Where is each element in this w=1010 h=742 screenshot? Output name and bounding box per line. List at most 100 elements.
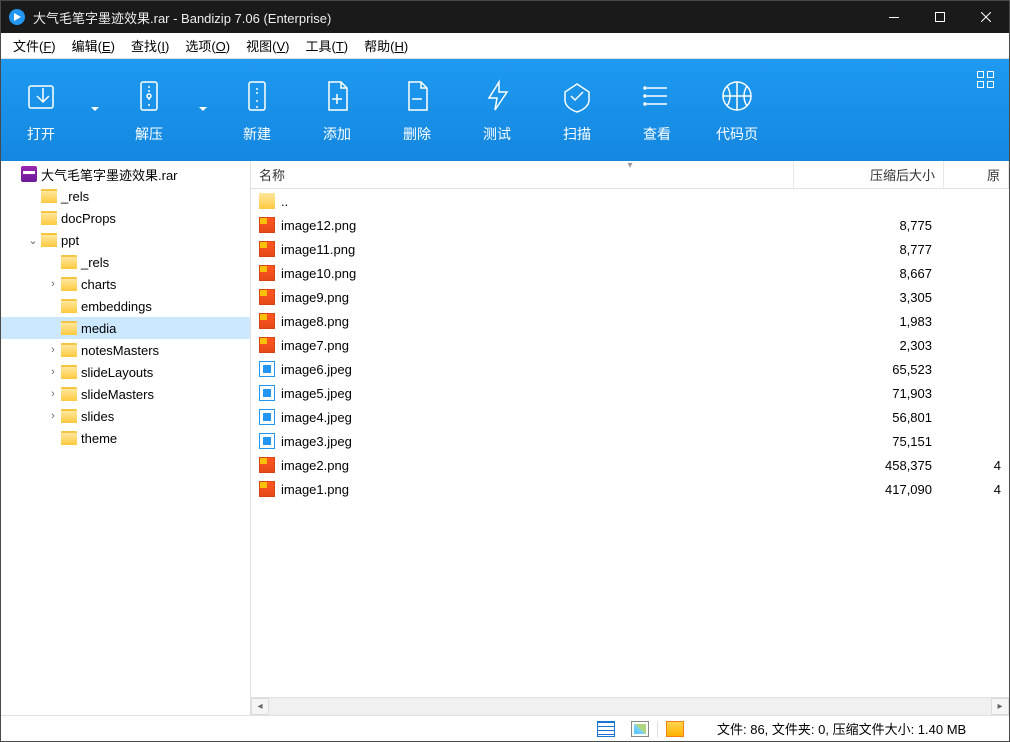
add-button[interactable]: 添加 xyxy=(297,59,377,161)
file-name: image5.jpeg xyxy=(281,386,352,401)
file-size: 56,801 xyxy=(794,410,944,425)
folder-icon xyxy=(41,233,57,247)
folder-icon xyxy=(61,299,77,313)
list-row[interactable]: image11.png8,777 xyxy=(251,237,1009,261)
view-list-icon[interactable] xyxy=(597,721,615,737)
open-dropdown[interactable] xyxy=(81,59,109,161)
list-header[interactable]: ▾ 名称 压缩后大小 原 xyxy=(251,161,1009,189)
menu-item[interactable]: 选项(O) xyxy=(177,33,238,58)
tree-node[interactable]: docProps xyxy=(1,207,250,229)
file-list-panel: ▾ 名称 压缩后大小 原 .. image12.png8,775image11.p… xyxy=(251,161,1009,715)
add-icon xyxy=(317,76,357,116)
open-icon xyxy=(21,76,61,116)
scroll-right-icon[interactable]: ▸ xyxy=(991,698,1009,715)
layout-grid-icon[interactable] xyxy=(977,71,995,89)
codepage-button[interactable]: 代码页 xyxy=(697,59,777,161)
expander-icon[interactable]: › xyxy=(45,344,61,356)
list-row[interactable]: image5.jpeg71,903 xyxy=(251,381,1009,405)
tree-node[interactable]: media xyxy=(1,317,250,339)
file-png-icon xyxy=(259,313,275,329)
menu-item[interactable]: 视图(V) xyxy=(238,33,297,58)
file-jpeg-icon xyxy=(259,385,275,401)
tree-node[interactable]: ⌄ ppt xyxy=(1,229,250,251)
folder-icon xyxy=(61,321,77,335)
scan-button[interactable]: 扫描 xyxy=(537,59,617,161)
list-row[interactable]: .. xyxy=(251,189,1009,213)
tree-label: slides xyxy=(81,409,114,424)
close-button[interactable] xyxy=(963,1,1009,33)
extract-button[interactable]: 解压 xyxy=(109,59,189,161)
scan-icon xyxy=(557,76,597,116)
col-name[interactable]: 名称 xyxy=(251,161,794,188)
list-row[interactable]: image12.png8,775 xyxy=(251,213,1009,237)
tree-node[interactable]: › slides xyxy=(1,405,250,427)
view-panel-icon[interactable] xyxy=(666,721,684,737)
splitter-handle[interactable]: ▾ xyxy=(627,161,632,171)
test-button[interactable]: 测试 xyxy=(457,59,537,161)
file-list[interactable]: ..image12.png8,775image11.png8,777image1… xyxy=(251,189,1009,697)
list-row[interactable]: image8.png1,983 xyxy=(251,309,1009,333)
expander-icon[interactable]: › xyxy=(45,366,61,378)
col-size[interactable]: 压缩后大小 xyxy=(794,161,944,188)
list-row[interactable]: image10.png8,667 xyxy=(251,261,1009,285)
list-row[interactable]: image2.png458,3754 xyxy=(251,453,1009,477)
tree-label: slideLayouts xyxy=(81,365,153,380)
file-name: image1.png xyxy=(281,482,349,497)
menu-item[interactable]: 查找(I) xyxy=(123,33,177,58)
tree-node[interactable]: ›slideMasters xyxy=(1,383,250,405)
tree-node[interactable]: 大气毛笔字墨迹效果.rar xyxy=(1,163,250,185)
menu-item[interactable]: 编辑(E) xyxy=(64,33,123,58)
tree-node[interactable]: theme xyxy=(1,427,250,449)
file-size: 1,983 xyxy=(794,314,944,329)
horizontal-scrollbar[interactable]: ◂ ▸ xyxy=(251,697,1009,715)
file-size: 2,303 xyxy=(794,338,944,353)
tree-node[interactable]: › charts xyxy=(1,273,250,295)
tree-node[interactable]: _rels xyxy=(1,251,250,273)
tree-node[interactable]: › notesMasters xyxy=(1,339,250,361)
new-button[interactable]: 新建 xyxy=(217,59,297,161)
expander-icon[interactable]: › xyxy=(45,410,61,422)
scroll-left-icon[interactable]: ◂ xyxy=(251,698,269,715)
tree-node[interactable]: › slideLayouts xyxy=(1,361,250,383)
view-thumb-icon[interactable] xyxy=(631,721,649,737)
file-name: .. xyxy=(281,194,288,209)
file-name: image3.jpeg xyxy=(281,434,352,449)
list-row[interactable]: image4.jpeg56,801 xyxy=(251,405,1009,429)
file-name: image2.png xyxy=(281,458,349,473)
expander-icon[interactable]: › xyxy=(45,388,61,400)
folder-tree[interactable]: 大气毛笔字墨迹效果.rar_relsdocProps⌄ppt_rels›char… xyxy=(1,161,251,715)
list-row[interactable]: image3.jpeg 75,151 xyxy=(251,429,1009,453)
folder-icon xyxy=(61,409,77,423)
statusbar: 文件: 86, 文件夹: 0, 压缩文件大小: 1.40 MB xyxy=(1,715,1009,741)
chevron-down-icon xyxy=(91,103,99,118)
file-name: image9.png xyxy=(281,290,349,305)
col-orig[interactable]: 原 xyxy=(944,161,1009,188)
menu-item[interactable]: 文件(F) xyxy=(5,33,64,58)
tree-node[interactable]: _rels xyxy=(1,185,250,207)
view-button[interactable]: 查看 xyxy=(617,59,697,161)
tree-label: media xyxy=(81,321,116,336)
tree-node[interactable]: embeddings xyxy=(1,295,250,317)
folder-icon xyxy=(61,387,77,401)
file-png-icon xyxy=(259,241,275,257)
minimize-button[interactable] xyxy=(871,1,917,33)
file-size: 417,090 xyxy=(794,482,944,497)
tree-label: notesMasters xyxy=(81,343,159,358)
list-row[interactable]: image1.png417,0904 xyxy=(251,477,1009,501)
tree-label: charts xyxy=(81,277,116,292)
delete-button[interactable]: 删除 xyxy=(377,59,457,161)
file-size: 8,775 xyxy=(794,218,944,233)
tree-label: ppt xyxy=(61,233,79,248)
list-row[interactable]: image6.jpeg65,523 xyxy=(251,357,1009,381)
menu-item[interactable]: 帮助(H) xyxy=(356,33,416,58)
open-button[interactable]: 打开 xyxy=(1,59,81,161)
expander-icon[interactable]: ⌄ xyxy=(25,234,41,247)
maximize-button[interactable] xyxy=(917,1,963,33)
expander-icon[interactable]: › xyxy=(45,278,61,290)
list-row[interactable]: image9.png3,305 xyxy=(251,285,1009,309)
file-size: 75,151 xyxy=(794,434,944,449)
folder-icon xyxy=(61,431,77,445)
menu-item[interactable]: 工具(T) xyxy=(297,33,356,58)
extract-dropdown[interactable] xyxy=(189,59,217,161)
list-row[interactable]: image7.png2,303 xyxy=(251,333,1009,357)
